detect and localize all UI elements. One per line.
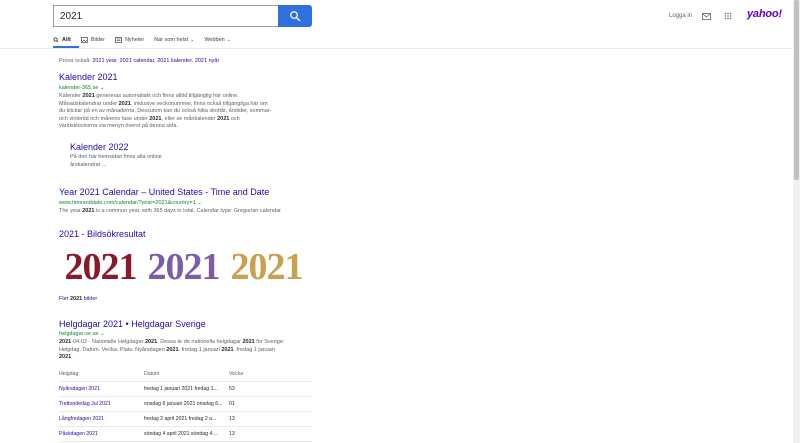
login-link[interactable]: Logga in [669, 10, 692, 22]
table-cell: fredag 1 januari 2021 fredag 1... [144, 381, 229, 397]
scrollbar-thumb[interactable] [794, 0, 799, 180]
tab-label: När som helst [154, 37, 189, 43]
holiday-link[interactable]: Trettondedag Jul 2021 [59, 396, 144, 412]
result-url[interactable]: kalender-365.se ⌄ [59, 85, 105, 91]
snippet-line: 2021. [59, 354, 73, 360]
image-thumbnail[interactable]: 2021 [225, 246, 308, 288]
tab-nyheter[interactable]: Nyheter [115, 34, 144, 46]
url-text: kalender-365.se [59, 85, 99, 91]
table-row: Påskdagen 2021 söndag 4 april 2021 sönda… [59, 426, 312, 442]
tab-allt[interactable]: Allt [53, 34, 71, 46]
table-header-row: Helgdag Datum Vecka [59, 368, 312, 382]
table-cell: 53 [229, 381, 312, 397]
url-text: www.timeanddate.com/calendar/?year=2021&… [59, 200, 196, 206]
scrollbar[interactable] [793, 0, 800, 443]
snippet-line: Kalender 2021 genereras automatiskt och … [59, 93, 239, 99]
search-button[interactable] [278, 5, 312, 27]
search-tabs: Allt Bilder Nyheter När som helst ⌄ Webb… [53, 34, 241, 48]
table-cell: 01 [229, 396, 312, 412]
chevron-down-icon: ⌄ [226, 37, 231, 43]
chevron-down-icon: ⌄ [190, 37, 195, 43]
sublink-title[interactable]: Kalender 2022 [70, 142, 129, 152]
table-cell: onsdag 6 januari 2021 onsdag 6... [144, 396, 229, 412]
more-images-link[interactable]: Fler 2021 bilder [59, 296, 97, 304]
also-try-label: Prova också: [59, 58, 91, 64]
snippet-line: Helgdag. Datum. Vecka. Plats. Nyårsdagen… [59, 346, 275, 353]
also-try-link[interactable]: 2021 calendar [120, 58, 155, 64]
tab-web-dropdown[interactable]: Webben ⌄ [204, 34, 231, 46]
table-cell: fredag 2 april 2021 fredag 2 a... [144, 411, 229, 427]
sublink-snippet: På den här hemsidan finns alla online år… [70, 154, 190, 169]
search-icon [53, 37, 59, 43]
yahoo-logo[interactable]: yahoo! [747, 8, 782, 20]
table-row: Långfredagen 2021 fredag 2 april 2021 fr… [59, 411, 312, 427]
snippet-line: På den här hemsidan finns alla online [70, 154, 162, 160]
tab-label: Bilder [90, 37, 105, 43]
tab-label: Webben [204, 37, 225, 43]
tab-label: Nyheter [124, 37, 145, 43]
result-snippet: Kalender 2021 genereras automatiskt och … [59, 93, 309, 131]
column-header: Datum [144, 368, 229, 382]
snippet-line: världsklockorna via menyn överst på denn… [59, 123, 178, 129]
column-header: Helgdag [59, 368, 144, 382]
image-thumbnail[interactable]: 2021 [59, 246, 142, 288]
also-try-link[interactable]: 2021 year [92, 58, 116, 64]
chevron-down-icon: ⌄ [99, 85, 105, 91]
result-snippet: 2021-04-02 · Nationelle Helgdagar 2021. … [59, 339, 314, 362]
result-title[interactable]: Kalender 2021 [59, 72, 118, 82]
search-box[interactable] [53, 5, 278, 27]
header-divider [0, 48, 793, 49]
search-icon [290, 11, 301, 22]
table-cell: 13 [229, 411, 312, 427]
images-title[interactable]: 2021 - Bildsökresultat [59, 229, 146, 239]
holiday-link[interactable]: Långfredagen 2021 [59, 411, 144, 427]
image-thumbnail[interactable]: 2021 [142, 246, 225, 288]
snippet-line: årskalendrar ... [70, 161, 107, 168]
apps-grid-icon[interactable] [724, 10, 732, 22]
table-row: Nyårsdagen 2021 fredag 1 januari 2021 fr… [59, 381, 312, 397]
holiday-link[interactable]: Nyårsdagen 2021 [59, 381, 144, 397]
result-title[interactable]: Year 2021 Calendar – United States - Tim… [59, 187, 269, 197]
tab-label: Allt [62, 37, 71, 43]
also-try-link[interactable]: 2021 nyår [195, 58, 219, 64]
news-icon [115, 37, 122, 43]
table-cell: 13 [229, 426, 312, 442]
table-row: Trettondedag Jul 2021 onsdag 6 januari 2… [59, 396, 312, 412]
tab-anytime-dropdown[interactable]: När som helst ⌄ [154, 34, 194, 46]
holiday-table: Helgdag Datum Vecka Nyårsdagen 2021 fred… [59, 368, 312, 442]
result-url[interactable]: www.timeanddate.com/calendar/?year=2021&… [59, 200, 202, 206]
result-title[interactable]: Helgdagar 2021 • Helgdagar Sverige [59, 319, 206, 329]
table-cell: söndag 4 april 2021 söndag 4 ... [144, 426, 229, 442]
result-snippet: The year 2021 is a common year, with 365… [59, 208, 281, 214]
image-icon [81, 37, 88, 43]
also-try: Prova också: 2021 year, 2021 calendar, 2… [59, 58, 220, 64]
snippet-line: 2021-04-02 · Nationelle Helgdagar 2021. … [59, 339, 285, 345]
chevron-down-icon: ⌄ [99, 331, 105, 337]
snippet-line: och vintertid och månens fase under 2021… [59, 115, 240, 122]
also-try-link[interactable]: 2021 kalender [157, 58, 192, 64]
chevron-down-icon: ⌄ [197, 200, 202, 206]
url-text: helgdagar-se.se [59, 331, 99, 337]
tab-bilder[interactable]: Bilder [81, 34, 105, 46]
column-header: Vecka [229, 368, 312, 382]
result-url[interactable]: helgdagar-se.se ⌄ [59, 331, 105, 337]
mail-icon[interactable] [702, 10, 711, 22]
snippet-line: du klickar på en av månaderna. Dessutom … [59, 108, 272, 114]
image-strip: 2021 2021 2021 [59, 246, 309, 288]
holiday-link[interactable]: Påskdagen 2021 [59, 426, 144, 442]
snippet-line: Månadskalendrar under 2021, inklusive ve… [59, 100, 268, 107]
search-input[interactable] [54, 6, 278, 27]
